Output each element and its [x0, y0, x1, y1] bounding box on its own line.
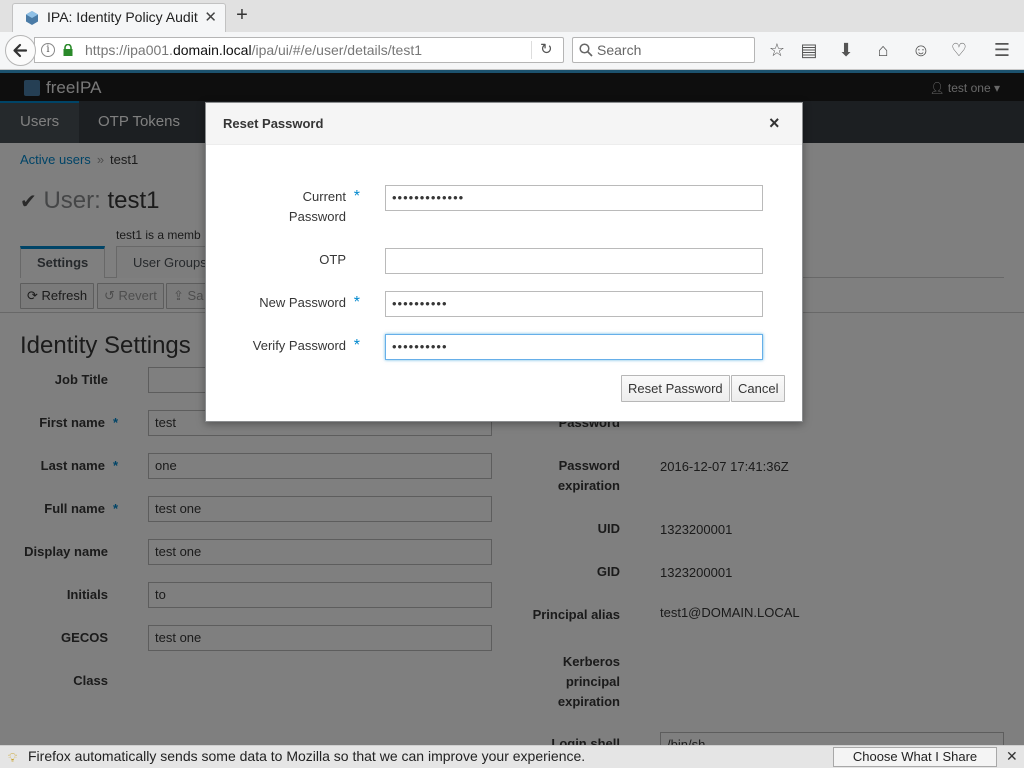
browser-nav-bar: i https://ipa001.domain.local/ipa/ui/#/e…: [0, 32, 1024, 70]
search-icon: [579, 43, 593, 57]
data-notification-bar: 💡︎ Firefox automatically sends some data…: [0, 745, 1024, 768]
choose-what-i-share-button[interactable]: Choose What I Share: [833, 747, 997, 767]
tab-close-icon[interactable]: ✕: [204, 8, 217, 26]
tab-title: IPA: Identity Policy Audit: [47, 9, 198, 25]
hello-chat-icon[interactable]: ☺: [910, 40, 932, 60]
back-button[interactable]: [5, 35, 36, 66]
current-password-input[interactable]: •••••••••••••: [385, 185, 763, 211]
lightbulb-icon: 💡︎: [8, 750, 18, 765]
new-password-label: New Password *: [206, 293, 360, 313]
new-tab-button[interactable]: +: [232, 4, 252, 27]
url-path: /ipa/ui/#/e/user/details/test1: [251, 42, 422, 58]
otp-input[interactable]: [385, 248, 763, 274]
menu-hamburger-icon[interactable]: ☰: [991, 40, 1013, 60]
lock-icon: [63, 44, 73, 56]
home-icon[interactable]: ⌂: [872, 40, 894, 60]
notification-close-icon[interactable]: ✕: [1006, 748, 1018, 765]
required-marker: *: [353, 337, 360, 354]
close-icon[interactable]: ×: [769, 113, 780, 133]
notification-text: Firefox automatically sends some data to…: [28, 748, 586, 764]
verify-password-input[interactable]: ••••••••••: [385, 334, 763, 360]
back-arrow-icon: [13, 43, 28, 58]
bookmark-star-icon[interactable]: ☆: [766, 40, 788, 60]
reload-icon[interactable]: ↻: [540, 40, 553, 58]
search-bar[interactable]: Search: [572, 37, 755, 63]
modal-title: Reset Password: [223, 116, 324, 131]
cancel-button[interactable]: Cancel: [731, 375, 786, 402]
downloads-icon[interactable]: ⬇: [835, 40, 857, 60]
required-marker: *: [353, 188, 360, 205]
url-host: domain.local: [172, 42, 252, 58]
reset-password-button[interactable]: Reset Password: [621, 375, 730, 402]
url-bar[interactable]: i https://ipa001.domain.local/ipa/ui/#/e…: [34, 37, 564, 63]
site-info-icon[interactable]: i: [41, 43, 55, 57]
verify-password-label: Verify Password *: [206, 336, 360, 356]
url-text[interactable]: https://ipa001.domain.local/ipa/ui/#/e/u…: [85, 42, 422, 58]
modal-header: Reset Password ×: [206, 103, 802, 145]
browser-tab-bar: IPA: Identity Policy Audit ✕ +: [0, 0, 1024, 32]
new-password-label-text: New Password: [259, 295, 346, 310]
reset-password-dialog: Reset Password × Current Password * •••••…: [205, 102, 803, 422]
verify-password-label-text: Verify Password: [252, 338, 346, 353]
browser-tab[interactable]: IPA: Identity Policy Audit ✕: [12, 3, 226, 32]
reading-list-icon[interactable]: ▤: [798, 40, 820, 60]
url-prefix: https://ipa001.: [85, 42, 173, 58]
otp-label: OTP: [319, 252, 346, 267]
current-password-label-text: Current Password: [288, 189, 346, 224]
new-password-input[interactable]: ••••••••••: [385, 291, 763, 317]
search-placeholder: Search: [597, 42, 642, 58]
required-marker: *: [353, 294, 360, 311]
url-separator: [531, 41, 532, 59]
pocket-icon[interactable]: ♡: [948, 40, 970, 60]
current-password-label: Current Password *: [206, 187, 360, 227]
freeipa-favicon-icon: [26, 11, 38, 25]
